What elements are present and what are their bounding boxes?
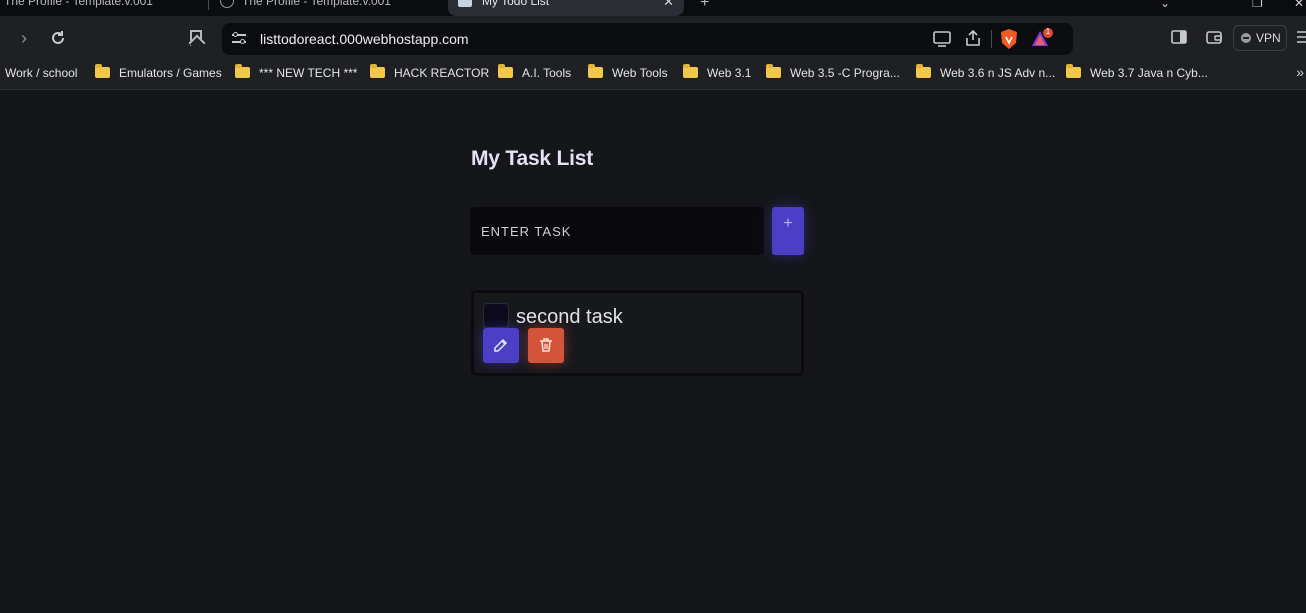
cast-icon[interactable] bbox=[932, 28, 954, 50]
task-item: second task bbox=[471, 290, 804, 376]
bookmark-label: *** NEW TECH *** bbox=[259, 66, 358, 80]
folder-icon bbox=[370, 64, 385, 78]
navigation-bar: › listtodoreact.000webhostapp.com 1 VPN bbox=[0, 16, 1306, 60]
notification-badge: 1 bbox=[1045, 27, 1051, 36]
sidebar-icon[interactable] bbox=[1170, 28, 1192, 50]
edit-task-button[interactable] bbox=[483, 328, 519, 363]
tab-separator bbox=[208, 0, 209, 10]
trash-icon bbox=[540, 338, 552, 352]
bookmark-label: Web 3.7 Java n Cyb... bbox=[1090, 66, 1208, 80]
bookmark-web-3-7[interactable]: Web 3.7 Java n Cyb... bbox=[1066, 64, 1208, 80]
folder-icon bbox=[916, 64, 931, 78]
bookmark-label: A.I. Tools bbox=[522, 66, 572, 80]
divider bbox=[991, 30, 992, 48]
wallet-icon[interactable] bbox=[1205, 28, 1227, 50]
globe-icon bbox=[220, 0, 234, 8]
folder-icon bbox=[766, 64, 781, 78]
bookmark-label: Emulators / Games bbox=[119, 66, 222, 80]
close-tab-icon[interactable]: ✕ bbox=[663, 0, 674, 9]
brave-rewards-icon[interactable]: 1 bbox=[1031, 27, 1053, 50]
tab-profile-1[interactable]: The Profile - Template.v.001 bbox=[4, 0, 204, 16]
bookmarks-overflow-button[interactable]: » bbox=[1296, 64, 1304, 80]
bookmark-web-3-5[interactable]: Web 3.5 -C Progra... bbox=[766, 64, 900, 80]
bookmark-label: Web 3.1 bbox=[707, 66, 752, 80]
bookmark-ai-tools[interactable]: A.I. Tools bbox=[498, 64, 572, 80]
address-bar[interactable]: listtodoreact.000webhostapp.com 1 bbox=[222, 23, 1073, 55]
folder-icon bbox=[683, 64, 698, 78]
task-text: second task bbox=[516, 306, 623, 328]
new-tab-button[interactable]: + bbox=[700, 0, 709, 12]
add-task-button[interactable]: + bbox=[772, 207, 804, 255]
vpn-button[interactable]: VPN bbox=[1233, 25, 1287, 51]
tab-label: The Profile - Template.v.001 bbox=[4, 0, 153, 8]
bookmark-icon[interactable] bbox=[190, 30, 202, 46]
todo-app: My Task List + second task bbox=[0, 91, 1306, 613]
task-input[interactable] bbox=[470, 207, 764, 255]
chevron-down-icon[interactable]: ⌄ bbox=[1160, 0, 1170, 10]
brave-shield-icon[interactable] bbox=[999, 28, 1021, 50]
bookmark-emulators-games[interactable]: Emulators / Games bbox=[95, 64, 222, 80]
vpn-status-icon bbox=[1241, 33, 1251, 43]
bookmark-label: Web 3.5 -C Progra... bbox=[790, 66, 900, 80]
bookmark-label: Work / school bbox=[5, 66, 78, 80]
reload-icon[interactable] bbox=[46, 26, 70, 50]
tab-profile-2[interactable]: The Profile - Template.v.001 bbox=[220, 0, 440, 16]
folder-icon bbox=[235, 64, 250, 78]
bookmark-hack-reactor[interactable]: HACK REACTOR bbox=[370, 64, 490, 80]
url-text[interactable]: listtodoreact.000webhostapp.com bbox=[260, 31, 469, 47]
tab-strip: The Profile - Template.v.001 The Profile… bbox=[0, 0, 1306, 16]
task-checkbox[interactable] bbox=[483, 303, 509, 328]
bookmark-new-tech[interactable]: *** NEW TECH *** bbox=[235, 64, 358, 80]
tab-my-todo-list[interactable]: My Todo List ✕ bbox=[448, 0, 684, 16]
page-title: My Task List bbox=[471, 147, 594, 170]
folder-icon bbox=[498, 64, 513, 78]
restore-window-icon[interactable]: ❐ bbox=[1252, 0, 1263, 10]
bookmark-label: HACK REACTOR bbox=[394, 66, 490, 80]
tab-label: The Profile - Template.v.001 bbox=[242, 0, 391, 8]
menu-icon[interactable] bbox=[1296, 28, 1306, 50]
bookmarks-bar: Work / school Emulators / Games *** NEW … bbox=[0, 60, 1306, 90]
forward-icon[interactable]: › bbox=[12, 26, 36, 50]
folder-icon bbox=[95, 64, 110, 78]
delete-task-button[interactable] bbox=[528, 328, 564, 363]
tab-label: My Todo List bbox=[482, 0, 550, 8]
site-settings-icon[interactable] bbox=[232, 31, 246, 45]
bookmark-web-tools[interactable]: Web Tools bbox=[588, 64, 668, 80]
calendar-icon bbox=[458, 0, 472, 7]
folder-icon bbox=[588, 64, 603, 78]
bookmark-label: Web 3.6 n JS Adv n... bbox=[940, 66, 1056, 80]
bookmark-work-school[interactable]: Work / school bbox=[5, 66, 77, 80]
share-icon[interactable] bbox=[963, 28, 985, 50]
bookmark-web-3-1[interactable]: Web 3.1 bbox=[683, 64, 752, 80]
bookmark-label: Web Tools bbox=[612, 66, 668, 80]
folder-icon bbox=[1066, 64, 1081, 78]
close-window-icon[interactable]: ✕ bbox=[1294, 0, 1304, 10]
bookmark-web-3-6[interactable]: Web 3.6 n JS Adv n... bbox=[916, 64, 1056, 80]
edit-icon bbox=[494, 338, 508, 352]
vpn-label: VPN bbox=[1256, 31, 1281, 45]
